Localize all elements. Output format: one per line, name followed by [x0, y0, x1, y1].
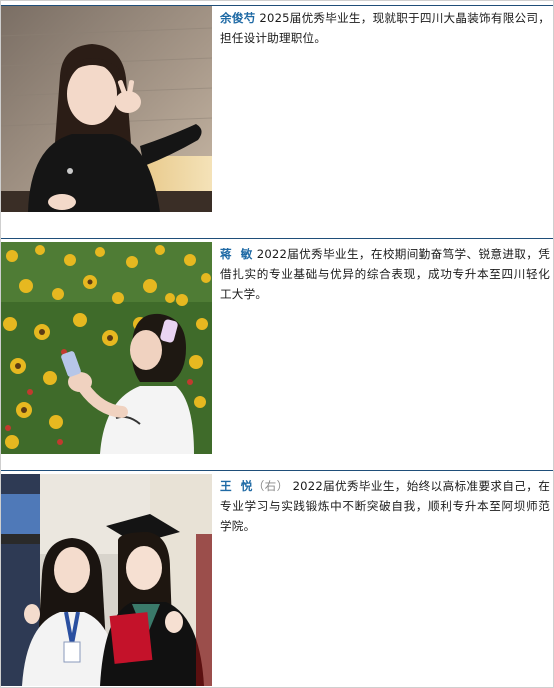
page-border	[0, 0, 554, 688]
